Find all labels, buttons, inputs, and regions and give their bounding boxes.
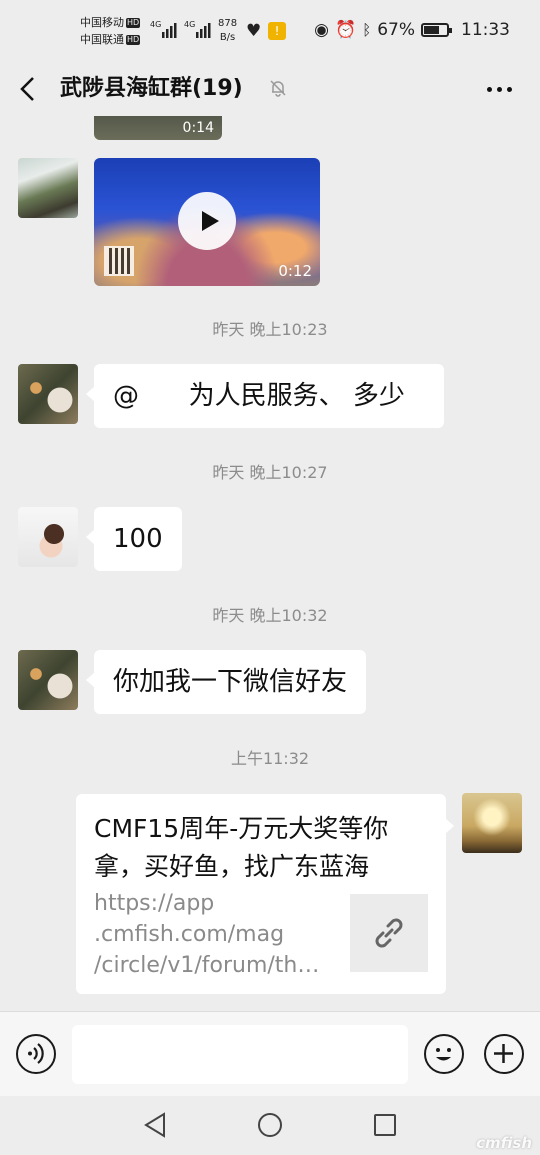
battery-icon — [421, 23, 452, 37]
link-card[interactable]: CMF15周年-万元大奖等你拿，买好鱼，找广东蓝海 https://app .c… — [76, 794, 454, 994]
avatar[interactable] — [18, 650, 78, 710]
timestamp: 昨天 晚上10:23 — [212, 320, 328, 339]
avatar[interactable] — [18, 158, 78, 218]
emoji-icon[interactable] — [424, 1034, 464, 1074]
timestamp: 昨天 晚上10:27 — [212, 463, 328, 482]
voice-input-icon[interactable] — [16, 1034, 56, 1074]
link-thumbnail — [350, 894, 428, 972]
message-bubble[interactable]: 100 — [86, 507, 182, 571]
notification-badge-icon: ! — [268, 22, 286, 40]
carrier-2: 中国联通 — [80, 33, 124, 46]
hd-badge: HD — [126, 18, 141, 28]
signal-icon: 4G — [150, 20, 177, 38]
mute-bell-icon — [270, 80, 286, 97]
carrier-info: 中国移动 HD 中国联通 HD — [80, 14, 141, 48]
bluetooth-icon: ᛒ — [362, 21, 372, 39]
message-bubble[interactable]: @ 为人民服务、 多少 — [86, 364, 444, 428]
timestamp: 昨天 晚上10:32 — [212, 606, 328, 625]
nav-back-icon[interactable] — [143, 1112, 167, 1138]
link-url: https://app .cmfish.com/mag /circle/v1/f… — [94, 891, 320, 978]
eye-icon: ◉ — [314, 20, 330, 40]
avatar[interactable] — [18, 364, 78, 424]
video-message[interactable]: 0:12 — [94, 158, 320, 286]
battery-fill — [424, 26, 439, 34]
chat-title: 武陟县海缸群(19) — [60, 76, 243, 101]
more-options-icon[interactable] — [487, 87, 512, 92]
nav-home-icon[interactable] — [258, 1113, 282, 1137]
link-icon — [375, 918, 403, 948]
alarm-icon: ⏰ — [335, 20, 357, 40]
navigation-bar: cmfish — [0, 1096, 540, 1155]
svg-text:4G: 4G — [150, 20, 161, 29]
video-duration: 0:14 — [182, 120, 214, 136]
clock: 11:33 — [461, 20, 510, 40]
avatar[interactable] — [18, 507, 78, 567]
play-icon[interactable] — [178, 192, 236, 250]
signal-icon: 4G — [184, 20, 211, 38]
avatar[interactable] — [462, 793, 522, 853]
link-title: CMF15周年-万元大奖等你拿，买好鱼，找广东蓝海 — [94, 814, 389, 881]
status-bar: 中国移动 HD 中国联通 HD 4G 4G 878 B/s ♥ ! ◉ ⏰ ᛒ 67… — [0, 0, 540, 62]
message-bubble[interactable]: 你加我一下微信好友 — [85, 650, 367, 714]
status-right: ◉ ⏰ ᛒ 67% 11:33 — [314, 20, 510, 40]
message-input[interactable] — [72, 1025, 408, 1084]
chat-header: 武陟县海缸群(19) — [0, 62, 540, 116]
timestamp: 上午11:32 — [230, 749, 310, 768]
network-speed: 878 B/s — [218, 18, 238, 43]
carrier-1: 中国移动 — [80, 16, 124, 29]
plus-icon[interactable] — [484, 1034, 524, 1074]
nav-recents-icon[interactable] — [374, 1114, 396, 1136]
qr-code-icon — [104, 246, 134, 276]
chat-messages: 0:14 0:12 昨天 晚上10:23 @ 为人民服务、 多少 昨天 晚上10… — [0, 116, 540, 1011]
video-duration: 0:12 — [278, 262, 312, 280]
battery-percent: 67% — [377, 20, 415, 40]
watermark: cmfish — [476, 1134, 532, 1152]
input-bar — [0, 1011, 540, 1096]
back-icon[interactable] — [18, 75, 40, 103]
heart-rate-icon: ♥ — [246, 21, 262, 41]
svg-text:4G: 4G — [184, 20, 195, 29]
video-message[interactable]: 0:14 — [94, 116, 222, 140]
hd-badge: HD — [126, 35, 141, 45]
